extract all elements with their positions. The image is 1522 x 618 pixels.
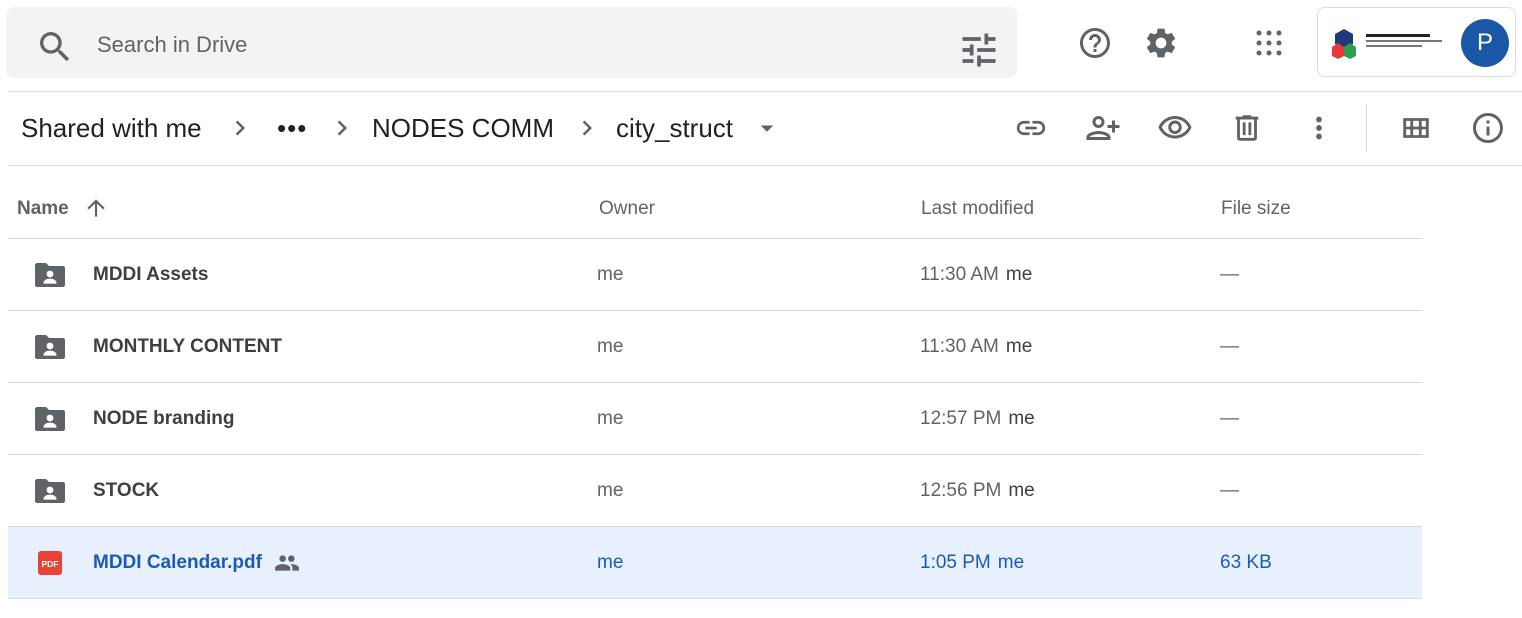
- file-last-modified: 1:05 PM me: [920, 527, 1024, 598]
- sort-ascending-arrow-icon[interactable]: [83, 195, 109, 221]
- preview-eye-icon[interactable]: [1151, 104, 1199, 152]
- trash-icon[interactable]: [1223, 104, 1271, 152]
- file-owner: me: [597, 335, 624, 357]
- file-owner: me: [597, 479, 624, 501]
- file-last-modified: 12:56 PM me: [920, 455, 1035, 526]
- grid-view-icon[interactable]: [1392, 104, 1440, 152]
- chevron-right-icon: [225, 113, 255, 143]
- file-owner: me: [597, 263, 624, 285]
- modified-time: 1:05 PM: [920, 551, 991, 573]
- modified-time: 12:56 PM: [920, 479, 1002, 501]
- file-size: —: [1220, 407, 1239, 429]
- account-switcher[interactable]: P: [1317, 7, 1516, 77]
- shared-folder-icon: [34, 333, 66, 361]
- shared-folder-icon: [34, 405, 66, 433]
- modified-by: me: [1008, 407, 1035, 429]
- table-row[interactable]: NODE branding me 12:57 PM me —: [8, 383, 1422, 455]
- dropdown-arrow-icon[interactable]: [752, 113, 782, 143]
- search-input[interactable]: Search in Drive: [97, 34, 247, 56]
- column-header-last-modified[interactable]: Last modified: [921, 198, 1034, 220]
- modified-time: 12:57 PM: [920, 407, 1002, 429]
- modified-by: me: [1008, 479, 1035, 501]
- modified-by: me: [997, 551, 1025, 573]
- search-icon[interactable]: [35, 27, 75, 67]
- file-name[interactable]: MONTHLY CONTENT: [93, 311, 282, 382]
- table-row[interactable]: MONTHLY CONTENT me 11:30 AM me —: [8, 311, 1422, 383]
- file-last-modified: 11:30 AM me: [920, 311, 1032, 382]
- modified-time: 11:30 AM: [920, 335, 999, 357]
- share-add-person-icon[interactable]: [1079, 104, 1127, 152]
- breadcrumb-nodes-comm[interactable]: NODES COMM: [372, 113, 554, 143]
- modified-by: me: [1005, 263, 1033, 285]
- column-header-owner[interactable]: Owner: [599, 198, 655, 220]
- shared-folder-icon: [34, 261, 66, 289]
- file-size: —: [1220, 263, 1239, 285]
- breadcrumb-current-folder[interactable]: city_struct: [616, 113, 733, 143]
- shared-folder-icon: [34, 477, 66, 505]
- organization-logo: [1332, 26, 1444, 60]
- file-name[interactable]: MDDI Assets: [93, 239, 208, 310]
- file-owner: me: [597, 551, 624, 573]
- search-options-icon[interactable]: [957, 28, 1001, 72]
- info-icon[interactable]: [1464, 104, 1512, 152]
- table-row[interactable]: STOCK me 12:56 PM me —: [8, 455, 1422, 527]
- table-row-selected[interactable]: PDF MDDI Calendar.pdf me 1:05 PM me 63 KB: [8, 527, 1422, 599]
- help-icon[interactable]: [1071, 19, 1119, 67]
- file-name-text[interactable]: MDDI Calendar.pdf: [93, 552, 262, 574]
- settings-gear-icon[interactable]: [1137, 19, 1185, 67]
- modified-by: me: [1005, 335, 1033, 357]
- file-last-modified: 11:30 AM me: [920, 239, 1032, 310]
- header-divider: [8, 91, 1522, 92]
- file-name[interactable]: STOCK: [93, 455, 159, 526]
- search-bar[interactable]: Search in Drive: [6, 7, 1017, 78]
- file-name[interactable]: MDDI Calendar.pdf: [93, 527, 300, 598]
- chevron-right-icon: [572, 113, 602, 143]
- apps-grid-icon[interactable]: [1245, 19, 1293, 67]
- column-header-file-size[interactable]: File size: [1221, 198, 1291, 220]
- toolbar-bottom-divider: [8, 165, 1522, 166]
- modified-time: 11:30 AM: [920, 263, 999, 285]
- get-link-icon[interactable]: [1007, 104, 1055, 152]
- svg-text:PDF: PDF: [42, 559, 59, 569]
- pdf-icon: PDF: [38, 551, 62, 575]
- avatar[interactable]: P: [1461, 19, 1509, 67]
- file-last-modified: 12:57 PM me: [920, 383, 1035, 454]
- file-size: —: [1220, 335, 1239, 357]
- more-actions-icon[interactable]: [1295, 104, 1343, 152]
- file-owner: me: [597, 407, 624, 429]
- file-name[interactable]: NODE branding: [93, 383, 234, 454]
- file-size: —: [1220, 479, 1239, 501]
- file-size: 63 KB: [1220, 551, 1272, 573]
- table-row[interactable]: MDDI Assets me 11:30 AM me —: [8, 239, 1422, 311]
- breadcrumb-overflow-button[interactable]: •••: [277, 113, 307, 143]
- column-header-name[interactable]: Name: [17, 198, 69, 220]
- toolbar-divider: [1366, 104, 1367, 152]
- breadcrumb-shared-with-me[interactable]: Shared with me: [21, 113, 202, 143]
- shared-people-icon: [274, 550, 300, 576]
- chevron-right-icon: [327, 113, 357, 143]
